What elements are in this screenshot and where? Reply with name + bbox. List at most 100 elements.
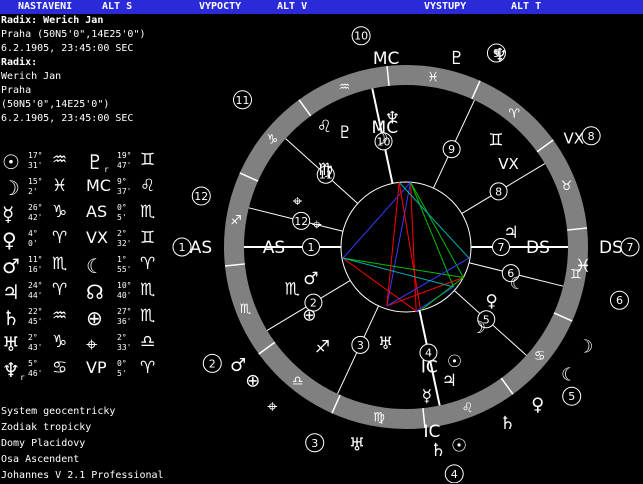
menu-shortcut-alt-t[interactable]: ALT T: [511, 0, 541, 14]
zodiac-sign-icon: ♈: [508, 107, 520, 122]
menu-vypocty[interactable]: VYPOCTY: [199, 0, 241, 14]
point-minutes: 5': [117, 369, 127, 378]
point-minutes: 33': [117, 343, 132, 352]
outer-planet-glyph-icon: ☾: [561, 365, 577, 386]
planet-symbol: ♀: [2, 228, 17, 252]
planet-sign-symbol: ♑: [52, 202, 68, 222]
planet-glyph-icon: ☉: [447, 352, 462, 372]
retrograde-mark: r: [20, 373, 25, 382]
planet-degree: 11°: [28, 255, 43, 264]
menu-vystupy[interactable]: VYSTUPY: [424, 0, 466, 14]
outer-house-number: 4: [451, 468, 458, 481]
planet-glyph-icon: ☽: [471, 318, 486, 338]
planet-glyph-icon: ♏: [285, 279, 300, 299]
planet-glyph-icon: ☾: [510, 274, 525, 294]
planet-degree: 5°: [28, 359, 38, 368]
planet-glyph-icon: ♆: [385, 109, 400, 129]
planet-symbol: ♂: [2, 254, 20, 278]
outer-planet-glyph-icon: ♓: [575, 256, 591, 277]
inner-circle: [340, 181, 472, 313]
outer-planet-glyph-icon: ♆: [492, 45, 508, 66]
planet-degree: 15°: [28, 177, 43, 186]
planet-symbol: ♃: [2, 280, 20, 304]
outer-house-number: 5: [568, 390, 575, 403]
zodiac-sign-icon: ♐: [230, 214, 242, 229]
planet-glyph-icon: ♐: [315, 338, 330, 358]
planet-degree: 17°: [28, 151, 43, 160]
menu-shortcut-alt-s[interactable]: ALT S: [102, 0, 132, 14]
planet-minutes: 42': [28, 213, 43, 222]
outer-house-number: 7: [627, 241, 634, 254]
descendant-label-outer: DS: [599, 238, 623, 258]
ascendant-label-inner: AS: [263, 238, 285, 258]
vertex-label-inner: VX: [498, 155, 519, 173]
planet-degree: 4°: [28, 229, 38, 238]
outer-house-number: 3: [311, 437, 318, 450]
point-degree: 2°: [117, 229, 127, 238]
outer-house-number: 6: [616, 294, 623, 307]
planet-glyph-icon: ♃: [442, 371, 457, 391]
zodiac-sign-icon: ♍: [373, 410, 385, 425]
planet-glyph-icon: ☿: [422, 386, 432, 406]
menu-nastaveni[interactable]: NASTAVENI: [18, 0, 72, 14]
planet-degree: 24°: [28, 281, 43, 290]
outer-planet-glyph-icon: ♀: [531, 394, 544, 415]
zodiac-sign-icon: ♑: [267, 132, 279, 147]
system-label: System geocentricky: [1, 406, 116, 417]
point-sign-symbol: ♊: [140, 228, 156, 248]
point-sign-symbol: ♏: [140, 202, 156, 222]
outer-house-number: 10: [354, 30, 368, 43]
point-symbol: ☾: [86, 254, 104, 278]
zodiac-sign-icon: ♎: [292, 374, 304, 389]
planet-sign-symbol: ♑: [52, 332, 68, 352]
point-symbol: MC: [86, 176, 111, 195]
planet-glyph-icon: ⌖: [312, 216, 322, 236]
outer-planet-glyph-icon: ♅: [349, 434, 365, 455]
planet-degree: 2°: [28, 333, 38, 342]
point-sign-symbol: ♈: [140, 358, 156, 378]
ic-label-inner: IC: [421, 358, 438, 378]
outer-planet-glyph-icon: ⊕: [245, 370, 260, 391]
point-minutes: 36': [117, 317, 132, 326]
point-symbol: VX: [86, 228, 108, 247]
planet-glyph-icon: ♂: [303, 269, 318, 289]
point-sign-symbol: ♌: [140, 176, 156, 196]
point-degree: 19°: [117, 151, 132, 160]
planet-sign-symbol: ♒: [52, 306, 68, 326]
outer-planet-glyph-icon: ♂: [230, 355, 246, 376]
planet-glyph-icon: ♇: [337, 123, 352, 143]
planet-symbol: ♅: [2, 332, 20, 356]
planet-minutes: 44': [28, 291, 43, 300]
radix-place: Praha (50N5'0",14E25'0"): [1, 29, 146, 40]
outer-planet-glyph-icon: ⌖: [267, 397, 277, 418]
planet-symbol: ☿: [2, 202, 15, 226]
zodiac-sign-icon: ♉: [561, 179, 573, 194]
planet-sign-symbol: ♒: [52, 150, 68, 170]
retrograde-mark: r: [104, 165, 109, 174]
point-minutes: 47': [117, 161, 132, 170]
point-symbol: ♇: [86, 150, 104, 174]
planet-minutes: 2': [28, 187, 38, 196]
point-minutes: 55': [117, 265, 132, 274]
descendant-label-inner: DS: [526, 238, 550, 258]
ascendant-label-outer: AS: [190, 238, 212, 258]
point-degree: 0°: [117, 203, 127, 212]
planet-glyph-icon: ⊕: [302, 306, 316, 326]
menu-shortcut-alt-v[interactable]: ALT V: [277, 0, 307, 14]
planet-minutes: 16': [28, 265, 43, 274]
planet-minutes: 31': [28, 161, 43, 170]
planet-glyph-icon: ♍: [318, 160, 333, 180]
outer-planet-glyph-icon: ☽: [577, 337, 593, 358]
point-degree: 10°: [117, 281, 132, 290]
zodiac-sign-icon: ♒: [339, 80, 351, 95]
point-symbol: VP: [86, 358, 107, 377]
planet-glyph-icon: ♊: [488, 131, 503, 151]
vertex-label-outer: VX: [563, 129, 584, 147]
planet-minutes: 43': [28, 343, 43, 352]
house-number: 3: [357, 339, 364, 352]
horoscope-chart[interactable]: ♏♐♑♒♓♈♉♊♋♌♍♎1234567891011121234567891011…: [170, 14, 640, 483]
radix2-datetime: 6.2.1905, 23:45:00 SEC: [1, 113, 134, 124]
planet-symbol: ♄: [2, 306, 20, 330]
radix2-title: Radix:: [1, 57, 38, 68]
point-minutes: 40': [117, 291, 132, 300]
